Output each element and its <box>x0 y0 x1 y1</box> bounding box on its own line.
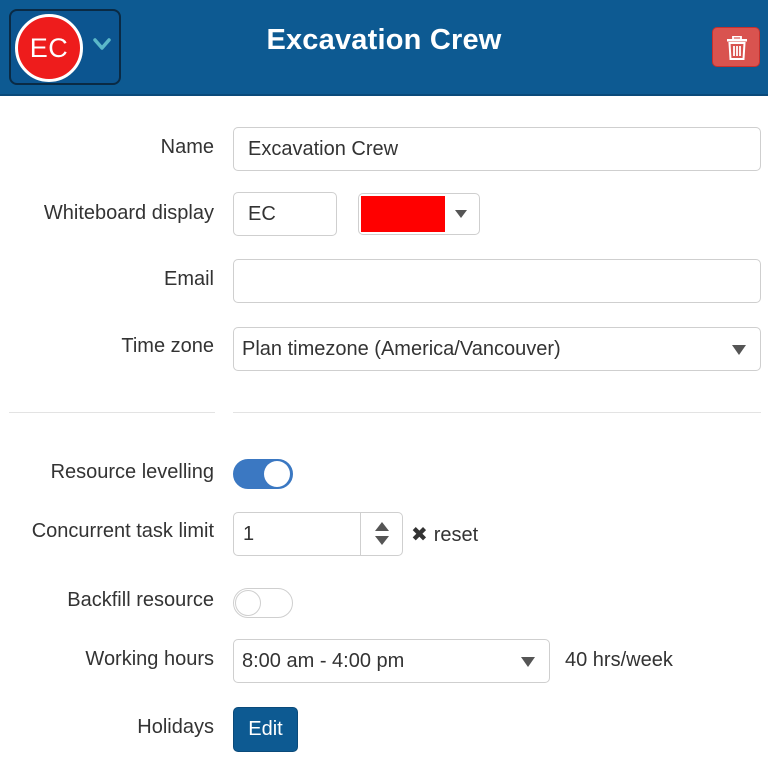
concurrent-task-limit-label: Concurrent task limit <box>31 520 214 542</box>
resource-levelling-toggle[interactable] <box>233 459 293 489</box>
working-hours-select[interactable]: 8:00 am - 4:00 pm <box>233 639 550 683</box>
email-input[interactable] <box>233 259 761 303</box>
caret-down-icon <box>732 345 746 355</box>
working-hours-label: Working hours <box>85 648 214 670</box>
timezone-value: Plan timezone (America/Vancouver) <box>242 338 561 360</box>
holidays-edit-button[interactable]: Edit <box>233 707 298 752</box>
caret-down-icon <box>455 210 467 218</box>
backfill-resource-toggle[interactable] <box>233 588 293 618</box>
page-title: Excavation Crew <box>266 24 502 56</box>
timezone-label: Time zone <box>121 335 214 357</box>
timezone-select[interactable]: Plan timezone (America/Vancouver) <box>233 327 761 371</box>
weekly-hours-text: 40 hrs/week <box>565 649 673 671</box>
whiteboard-display-label: Whiteboard display <box>43 202 214 224</box>
stepper-arrows[interactable] <box>360 513 402 555</box>
close-icon: ✖ <box>411 524 428 546</box>
reset-label: reset <box>433 524 479 546</box>
color-swatch <box>361 196 445 232</box>
up-down-arrows-icon <box>375 522 389 545</box>
reset-link[interactable]: ✖ reset <box>411 522 478 547</box>
toggle-knob <box>235 590 261 616</box>
whiteboard-initials-input[interactable]: EC <box>233 192 337 236</box>
caret-down-icon <box>521 657 535 667</box>
section-divider-right <box>233 412 761 413</box>
delete-button[interactable] <box>712 27 760 67</box>
color-picker[interactable] <box>358 193 480 235</box>
section-divider-left <box>9 412 215 413</box>
name-input[interactable]: Excavation Crew <box>233 127 761 171</box>
backfill-resource-label: Backfill resource <box>67 589 214 611</box>
email-label: Email <box>163 268 214 290</box>
header-bar: EC Excavation Crew <box>0 0 768 96</box>
toggle-knob <box>264 461 290 487</box>
concurrent-task-limit-stepper[interactable]: 1 <box>233 512 403 556</box>
resource-levelling-label: Resource levelling <box>50 461 214 483</box>
concurrent-task-limit-value: 1 <box>243 523 255 545</box>
name-label: Name <box>160 136 214 158</box>
holidays-label: Holidays <box>137 716 214 738</box>
working-hours-value: 8:00 am - 4:00 pm <box>242 650 405 672</box>
trash-icon <box>727 36 747 60</box>
